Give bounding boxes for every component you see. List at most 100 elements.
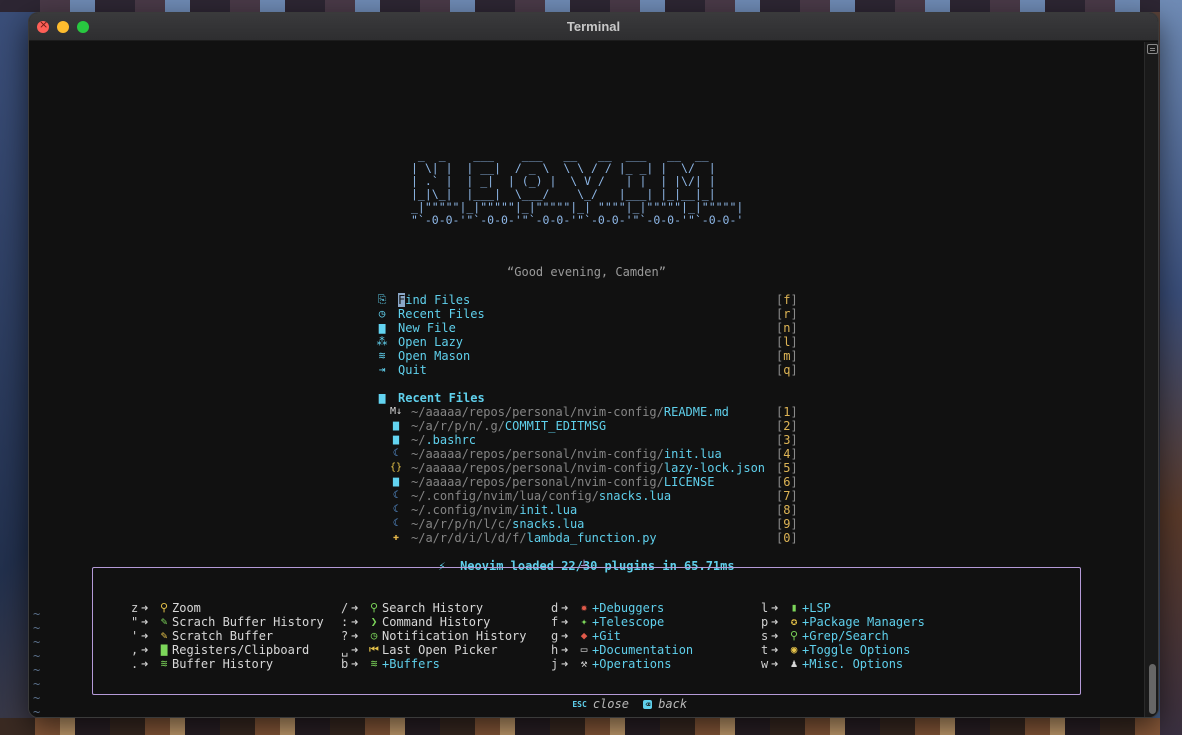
which-key-item-layers[interactable]: b ➜ ≋ +Buffers [341, 657, 541, 671]
recent-file-name: snacks.lua [598, 489, 672, 503]
arrow-icon: ➜ [771, 615, 779, 629]
terminal-content[interactable]: _ _ ___ ___ __ __ ___ __ __ | \| | | __|… [29, 42, 1144, 718]
git-icon: ◆ [580, 629, 588, 642]
menu-item-label: Open Mason [398, 349, 471, 363]
which-key-desc: Search History [382, 601, 484, 615]
which-key-item-history[interactable]: ? ➜ ◷ Notification History [341, 629, 541, 643]
file-icon: ▆ [378, 391, 386, 404]
recent-file-9[interactable]: ☾ ~/a/r/p/n/l/c/snacks.lua [9] [390, 517, 801, 531]
menu-item-shortcut: [m] [776, 349, 798, 363]
which-key-key: . [131, 657, 139, 671]
arrow-icon: ➜ [771, 657, 779, 671]
bracket: ] [790, 531, 798, 545]
recent-file-2[interactable]: ▆ ~/a/r/p/n/.g/COMMIT_EDITMSG [2] [390, 419, 801, 433]
scrollbar[interactable] [1144, 42, 1158, 717]
which-key-item-search[interactable]: / ➜ ⚲ Search History [341, 601, 541, 615]
empty-line-tilde: ~ [33, 705, 41, 718]
bracket: ] [790, 475, 798, 489]
which-key-key: g [551, 629, 559, 643]
menu-item-m[interactable]: ≋ Open Mason [m] [376, 349, 801, 363]
which-key-key: l [761, 601, 769, 615]
recent-file-7[interactable]: ☾ ~/.config/nvim/lua/config/snacks.lua [7] [390, 489, 801, 503]
arrow-icon: ➜ [141, 629, 149, 643]
which-key-item-misc[interactable]: w ➜ ♟ +Misc. Options [761, 657, 961, 671]
bracket: ] [790, 321, 798, 335]
which-key-desc: +Toggle Options [802, 643, 911, 657]
window-title: Terminal [566, 19, 621, 34]
which-key-item-pencil[interactable]: " ➜ ✎ Scrach Buffer History [131, 615, 331, 629]
menu-item-n[interactable]: ▆ New File [n] [376, 321, 801, 335]
recent-file-dir: ~/.config/nvim/ [411, 503, 520, 517]
which-key-desc: +Operations [592, 657, 672, 671]
recent-file-path: ~/a/r/d/i/l/d/f/lambda_function.py [411, 531, 657, 545]
recent-file-dir: ~/a/r/d/i/l/d/f/ [411, 531, 527, 545]
search-icon: ⚲ [369, 601, 379, 614]
back-hint[interactable]: ⌫ back [600, 683, 687, 711]
which-key-item-telescope[interactable]: f ➜ ✦ +Telescope [551, 615, 751, 629]
quit-icon: ⇥ [378, 363, 386, 376]
bracket: ] [790, 433, 798, 447]
which-key-item-terminal[interactable]: : ➜ ❯ Command History [341, 615, 541, 629]
clipboard-icon: ▇ [160, 643, 168, 656]
recent-file-shortcut: [8] [776, 503, 798, 517]
menu-item-label: Open Lazy [398, 335, 464, 349]
recent-file-4[interactable]: ☾ ~/aaaaa/repos/personal/nvim-config/init… [390, 447, 801, 461]
layers-icon: ≋ [370, 657, 378, 670]
which-key-item-clipboard[interactable]: , ➜ ▇ Registers/Clipboard [131, 643, 331, 657]
which-key-item-layers[interactable]: . ➜ ≋ Buffer History [131, 657, 331, 671]
recent-file-name: init.lua [663, 447, 722, 461]
recent-file-shortcut: [0] [776, 531, 798, 545]
menu-item-l[interactable]: ⁂ Open Lazy [l] [376, 335, 801, 349]
which-key-item-previous[interactable]: ␣ ➜ ⏮ Last Open Picker [341, 643, 541, 657]
arrow-icon: ➜ [561, 657, 569, 671]
title-bar[interactable]: Terminal [29, 13, 1158, 41]
recent-file-dir: ~/a/r/p/n/l/c/ [411, 517, 513, 531]
menu-item-q[interactable]: ⇥ Quit [q] [376, 363, 801, 377]
recent-file-0[interactable]: ✚ ~/a/r/d/i/l/d/f/lambda_function.py [0] [390, 531, 801, 545]
previous-icon: ⏮ [369, 643, 379, 656]
recent-file-name: COMMIT_EDITMSG [504, 419, 607, 433]
which-key-item-git[interactable]: g ➜ ◆ +Git [551, 629, 751, 643]
which-key-item-search[interactable]: s ➜ ⚲ +Grep/Search [761, 629, 961, 643]
scroll-thumb[interactable] [1149, 664, 1156, 714]
recent-file-shortcut: [7] [776, 489, 798, 503]
recent-file-5[interactable]: {} ~/aaaaa/repos/personal/nvim-config/laz… [390, 461, 801, 475]
menu-item-shortcut: [l] [776, 335, 798, 349]
markdown-icon: M↓ [390, 406, 403, 417]
bracket: ] [790, 517, 798, 531]
file-icon: ▆ [392, 476, 400, 487]
which-key-desc: +LSP [802, 601, 831, 615]
which-key-desc: +Git [592, 629, 621, 643]
which-key-item-toggle[interactable]: t ➜ ◉ +Toggle Options [761, 643, 961, 657]
recent-file-6[interactable]: ▆ ~/aaaaa/repos/personal/nvim-config/LICE… [390, 475, 801, 489]
which-key-item-zoom[interactable]: z ➜ ⚲ Zoom [131, 601, 331, 615]
recent-file-dir: ~/aaaaa/repos/personal/nvim-config/ [411, 461, 664, 475]
arrow-icon: ➜ [141, 643, 149, 657]
which-key-item-lsp[interactable]: l ➜ ▮ +LSP [761, 601, 961, 615]
which-key-item-pencil[interactable]: ' ➜ ✎ Scratch Buffer [131, 629, 331, 643]
package-icon: ✪ [790, 615, 798, 628]
bracket: ] [790, 447, 798, 461]
empty-line-tilde: ~ [33, 621, 41, 635]
scroll-menu-icon[interactable] [1147, 44, 1158, 54]
menu-item-label: Recent Files [398, 307, 485, 321]
recent-file-1[interactable]: M↓ ~/aaaaa/repos/personal/nvim-config/REA… [390, 405, 801, 419]
which-key-item-docs[interactable]: h ➜ ▭ +Documentation [551, 643, 751, 657]
which-key-item-operations[interactable]: j ➜ ⚒ +Operations [551, 657, 751, 671]
which-key-key: s [761, 629, 769, 643]
recent-file-3[interactable]: ▆ ~/.bashrc [3] [390, 433, 801, 447]
arrow-icon: ➜ [351, 657, 359, 671]
menu-item-f[interactable]: ⎘ Find Files [f] [376, 293, 801, 307]
recent-files-title: Recent Files [398, 391, 485, 405]
menu-item-r[interactable]: ◷ Recent Files [r] [376, 307, 801, 321]
find-files-icon: ⎘ [377, 293, 387, 306]
which-key-item-bug[interactable]: d ➜ ✹ +Debuggers [551, 601, 751, 615]
recent-file-name: snacks.lua [512, 517, 585, 531]
sleep-icon: ⁂ [376, 335, 388, 348]
which-key-item-package[interactable]: p ➜ ✪ +Package Managers [761, 615, 961, 629]
toggle-icon: ◉ [790, 643, 798, 656]
menu-item-label: New File [398, 321, 456, 335]
desktop-wallpaper-top [0, 0, 1182, 12]
arrow-icon: ➜ [561, 629, 569, 643]
recent-file-8[interactable]: ☾ ~/.config/nvim/init.lua [8] [390, 503, 801, 517]
